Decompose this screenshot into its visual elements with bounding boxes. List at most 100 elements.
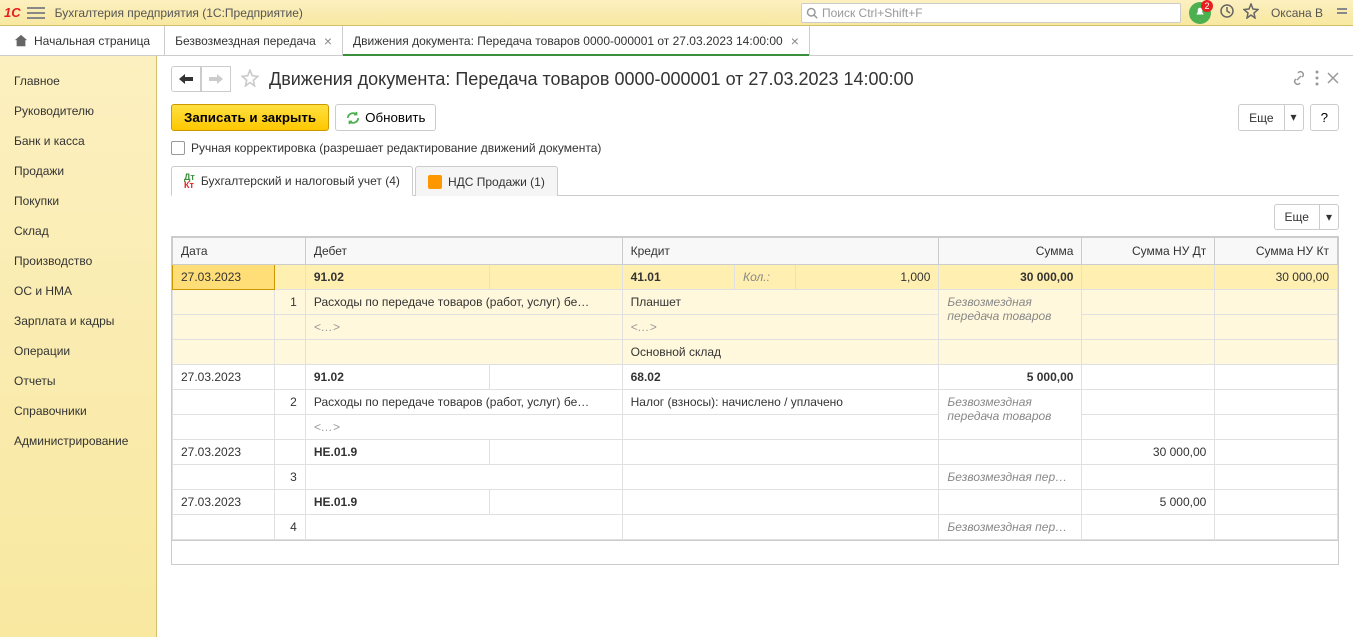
sidebar-item-manager[interactable]: Руководителю — [0, 96, 156, 126]
table-more-dropdown[interactable]: Еще ▾ — [1274, 204, 1339, 230]
table-row[interactable]: 3 Безвозмездная пер… — [173, 465, 1338, 490]
cell-date: 27.03.2023 — [173, 490, 275, 515]
col-nu-kt[interactable]: Сумма НУ Кт — [1215, 238, 1338, 265]
favorite-button[interactable] — [1243, 3, 1259, 22]
sidebar-item-payroll[interactable]: Зарплата и кадры — [0, 306, 156, 336]
close-page-button[interactable] — [1327, 72, 1339, 87]
sidebar-item-label: Банк и касса — [14, 134, 85, 148]
link-button[interactable] — [1291, 70, 1307, 89]
inner-tabs: ДтКт Бухгалтерский и налоговый учет (4) … — [171, 165, 1339, 196]
inner-tab-vat[interactable]: НДС Продажи (1) — [415, 166, 558, 196]
refresh-label: Обновить — [365, 110, 425, 125]
sidebar-item-label: Производство — [14, 254, 92, 268]
sidebar-item-warehouse[interactable]: Склад — [0, 216, 156, 246]
user-name[interactable]: Оксана В — [1271, 6, 1323, 20]
table-row[interactable]: 4 Безвозмездная пер… — [173, 515, 1338, 540]
more-menu-button[interactable] — [1315, 70, 1319, 89]
inner-tab-accounting[interactable]: ДтКт Бухгалтерский и налоговый учет (4) — [171, 166, 413, 196]
tab-item[interactable]: Безвозмездная передача × — [165, 26, 343, 55]
sidebar-item-reports[interactable]: Отчеты — [0, 366, 156, 396]
page-title: Движения документа: Передача товаров 000… — [269, 69, 914, 90]
notification-bell-button[interactable]: 2 — [1189, 2, 1211, 24]
table-row[interactable]: Основной склад — [173, 340, 1338, 365]
cell-debit-desc: Расходы по передаче товаров (работ, услу… — [305, 390, 622, 415]
cell-credit-sub2: Основной склад — [622, 340, 939, 365]
postings-table: Дата Дебет Кредит Сумма Сумма НУ Дт Сумм… — [171, 236, 1339, 565]
inner-toolbar: Еще ▾ — [171, 204, 1339, 230]
table-row[interactable]: 1 Расходы по передаче товаров (работ, ус… — [173, 290, 1338, 315]
sidebar-item-assets[interactable]: ОС и НМА — [0, 276, 156, 306]
save-close-button[interactable]: Записать и закрыть — [171, 104, 329, 131]
close-icon — [1327, 72, 1339, 84]
home-tab-label: Начальная страница — [34, 34, 150, 48]
table-row[interactable]: <…> — [173, 415, 1338, 440]
cell-qty: 1,000 — [796, 265, 939, 290]
home-icon — [14, 34, 28, 48]
cell-debit-account: НЕ.01.9 — [305, 440, 489, 465]
logo-1c: 1С — [4, 5, 21, 20]
nav-back-button[interactable] — [171, 66, 201, 92]
cell-date: 27.03.2023 — [173, 440, 275, 465]
col-date[interactable]: Дата — [173, 238, 306, 265]
cell-debit-sub: <…> — [305, 315, 622, 340]
more-dropdown[interactable]: Еще ▾ — [1238, 104, 1303, 131]
sidebar-item-admin[interactable]: Администрирование — [0, 426, 156, 456]
sidebar-item-label: Администрирование — [14, 434, 128, 448]
sidebar-item-sales[interactable]: Продажи — [0, 156, 156, 186]
search-input[interactable]: Поиск Ctrl+Shift+F — [801, 3, 1181, 23]
tab-label: Безвозмездная передача — [175, 34, 316, 48]
manual-correction-row: Ручная корректировка (разрешает редактир… — [171, 141, 1339, 155]
cell-nu-dt: 30 000,00 — [1082, 440, 1215, 465]
col-debit[interactable]: Дебет — [305, 238, 622, 265]
sidebar: Главное Руководителю Банк и касса Продаж… — [0, 56, 157, 637]
chevron-down-icon: ▾ — [1284, 104, 1304, 131]
manual-correction-checkbox[interactable] — [171, 141, 185, 155]
cell-credit-desc: Планшет — [622, 290, 939, 315]
history-button[interactable] — [1219, 3, 1235, 22]
col-nu-dt[interactable]: Сумма НУ Дт — [1082, 238, 1215, 265]
cell-sum-desc: Безвозмездная передача товаров — [939, 290, 1082, 340]
sidebar-item-label: Руководителю — [14, 104, 94, 118]
tab-item[interactable]: Движения документа: Передача товаров 000… — [343, 26, 810, 55]
cell-debit-sub: <…> — [305, 415, 622, 440]
tab-close-button[interactable]: × — [791, 33, 799, 49]
sidebar-item-label: Операции — [14, 344, 70, 358]
col-credit[interactable]: Кредит — [622, 238, 939, 265]
sidebar-item-bank[interactable]: Банк и касса — [0, 126, 156, 156]
home-tab[interactable]: Начальная страница — [0, 26, 165, 55]
table-row[interactable]: 2 Расходы по передаче товаров (работ, ус… — [173, 390, 1338, 415]
sidebar-item-purchases[interactable]: Покупки — [0, 186, 156, 216]
nav-forward-button[interactable] — [201, 66, 231, 92]
refresh-button[interactable]: Обновить — [335, 104, 436, 131]
content-area: Движения документа: Передача товаров 000… — [157, 56, 1353, 637]
cell-credit-account: 41.01 — [622, 265, 734, 290]
col-sum[interactable]: Сумма — [939, 238, 1082, 265]
sidebar-item-catalogs[interactable]: Справочники — [0, 396, 156, 426]
sidebar-item-production[interactable]: Производство — [0, 246, 156, 276]
sidebar-item-main[interactable]: Главное — [0, 66, 156, 96]
cell-debit-account: НЕ.01.9 — [305, 490, 489, 515]
inner-tab-label: Бухгалтерский и налоговый учет (4) — [201, 174, 400, 188]
table-row[interactable]: 27.03.2023 НЕ.01.9 5 000,00 — [173, 490, 1338, 515]
help-button[interactable]: ? — [1310, 104, 1339, 131]
cell-date: 27.03.2023 — [173, 265, 275, 290]
tab-close-button[interactable]: × — [324, 33, 332, 49]
cell-credit-desc: Налог (взносы): начислено / уплачено — [622, 390, 939, 415]
table-header-row: Дата Дебет Кредит Сумма Сумма НУ Дт Сумм… — [173, 238, 1338, 265]
table-row[interactable]: 27.03.2023 91.02 68.02 5 000,00 — [173, 365, 1338, 390]
cell-debit-account: 91.02 — [305, 265, 489, 290]
sidebar-item-operations[interactable]: Операции — [0, 336, 156, 366]
document-icon — [428, 175, 442, 189]
window-menu-button[interactable] — [1335, 4, 1349, 21]
table-row[interactable]: 27.03.2023 НЕ.01.9 30 000,00 — [173, 440, 1338, 465]
cell-date: 27.03.2023 — [173, 365, 275, 390]
chevron-down-icon: ▾ — [1319, 204, 1339, 230]
search-placeholder: Поиск Ctrl+Shift+F — [822, 6, 923, 20]
table-row[interactable]: <…> <…> — [173, 315, 1338, 340]
favorite-page-button[interactable] — [241, 69, 259, 90]
cell-debit-desc: Расходы по передаче товаров (работ, услу… — [305, 290, 622, 315]
table-row[interactable]: 27.03.2023 91.02 41.01 Кол.: 1,000 30 00… — [173, 265, 1338, 290]
sidebar-item-label: Зарплата и кадры — [14, 314, 114, 328]
burger-menu-button[interactable] — [27, 7, 45, 19]
more-button-label: Еще — [1238, 104, 1283, 131]
